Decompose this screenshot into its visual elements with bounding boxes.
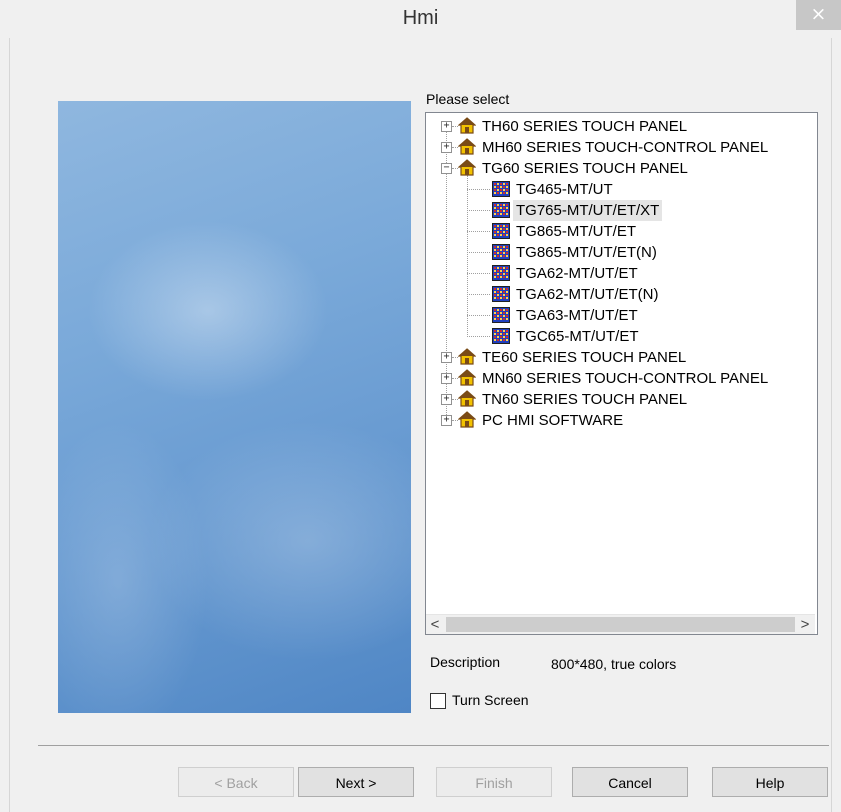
expand-icon[interactable]: +	[441, 142, 452, 153]
house-folder-icon	[457, 390, 477, 407]
tree-node-series[interactable]: + TH60 SERIES TOUCH PANEL	[426, 116, 817, 137]
tree-node-label: TN60 SERIES TOUCH PANEL	[482, 391, 688, 408]
window-title: Hmi	[402, 7, 439, 29]
tree-node-label: TG865-MT/UT/ET	[516, 223, 637, 240]
collapse-icon[interactable]: −	[441, 163, 452, 174]
tree-node-label: TG60 SERIES TOUCH PANEL	[482, 160, 688, 177]
tree-node-series[interactable]: + PC HMI SOFTWARE	[426, 410, 817, 431]
button-separator	[38, 745, 829, 746]
wizard-banner-image	[58, 101, 411, 713]
tree-connector	[467, 210, 490, 211]
tree-node-label: TG465-MT/UT	[516, 181, 613, 198]
tree-node-label: TG865-MT/UT/ET(N)	[516, 244, 657, 261]
tree-connector	[467, 231, 490, 232]
house-folder-icon	[457, 117, 477, 134]
house-folder-icon	[457, 138, 477, 155]
tree-node-model[interactable]: TGC65-MT/UT/ET	[426, 326, 817, 347]
tree-node-model[interactable]: TG465-MT/UT	[426, 179, 817, 200]
turn-screen-label[interactable]: Turn Screen	[452, 692, 529, 708]
tree-connector	[467, 315, 490, 316]
expand-icon[interactable]: +	[441, 373, 452, 384]
tree-node-label: MH60 SERIES TOUCH-CONTROL PANEL	[482, 139, 769, 156]
house-folder-icon	[457, 411, 477, 428]
title-bar: Hmi ×	[0, 0, 841, 38]
tree-node-series[interactable]: − TG60 SERIES TOUCH PANEL	[426, 158, 817, 179]
scrollbar-thumb[interactable]	[446, 617, 795, 632]
tree-node-series[interactable]: + TE60 SERIES TOUCH PANEL	[426, 347, 817, 368]
finish-button[interactable]: Finish	[436, 767, 552, 797]
house-folder-icon	[457, 159, 477, 176]
tree-node-label: TGA62-MT/UT/ET	[516, 265, 638, 282]
scroll-left-arrow[interactable]: <	[426, 615, 444, 634]
tree-node-model[interactable]: TG865-MT/UT/ET(N)	[426, 242, 817, 263]
tree-connector	[467, 252, 490, 253]
tree-node-model[interactable]: TG865-MT/UT/ET	[426, 221, 817, 242]
tree-node-series[interactable]: + TN60 SERIES TOUCH PANEL	[426, 389, 817, 410]
expand-icon[interactable]: +	[441, 121, 452, 132]
touch-panel-icon	[492, 244, 510, 260]
tree-label: Please select	[426, 91, 510, 107]
expand-icon[interactable]: +	[441, 394, 452, 405]
expand-icon[interactable]: +	[441, 415, 452, 426]
window-frame-left	[9, 38, 10, 812]
tree-connector	[467, 336, 490, 337]
touch-panel-icon	[492, 307, 510, 323]
tree-node-series[interactable]: + MN60 SERIES TOUCH-CONTROL PANEL	[426, 368, 817, 389]
touch-panel-icon	[492, 286, 510, 302]
touch-panel-icon	[492, 328, 510, 344]
touch-panel-icon	[492, 181, 510, 197]
tree-connector	[467, 189, 490, 190]
tree-node-label: TGA62-MT/UT/ET(N)	[516, 286, 659, 303]
tree-node-label: MN60 SERIES TOUCH-CONTROL PANEL	[482, 370, 769, 387]
turn-screen-checkbox[interactable]	[430, 693, 446, 709]
cancel-button[interactable]: Cancel	[572, 767, 688, 797]
description-label: Description	[430, 654, 501, 670]
tree-node-label: TE60 SERIES TOUCH PANEL	[482, 349, 687, 366]
help-button[interactable]: Help	[712, 767, 828, 797]
device-tree[interactable]: + TH60 SERIES TOUCH PANEL + MH60 SERIES TOU…	[425, 112, 818, 635]
tree-node-model[interactable]: TG765-MT/UT/ET/XT	[426, 200, 817, 221]
tree-connector	[467, 294, 490, 295]
tree-node-model[interactable]: TGA62-MT/UT/ET(N)	[426, 284, 817, 305]
tree-node-label: TGC65-MT/UT/ET	[516, 328, 639, 345]
touch-panel-icon	[492, 223, 510, 239]
house-folder-icon	[457, 348, 477, 365]
tree-node-series[interactable]: + MH60 SERIES TOUCH-CONTROL PANEL	[426, 137, 817, 158]
touch-panel-icon	[492, 202, 510, 218]
tree-connector	[467, 273, 490, 274]
description-value: 800*480, true colors	[551, 656, 677, 672]
window-frame-right	[831, 38, 832, 812]
expand-icon[interactable]: +	[441, 352, 452, 363]
horizontal-scrollbar[interactable]: < >	[426, 614, 815, 634]
close-button[interactable]: ×	[796, 0, 841, 30]
tree-node-label: TG765-MT/UT/ET/XT	[513, 200, 663, 221]
tree-node-model[interactable]: TGA62-MT/UT/ET	[426, 263, 817, 284]
next-button[interactable]: Next >	[298, 767, 414, 797]
tree-node-label: PC HMI SOFTWARE	[482, 412, 624, 429]
tree-node-label: TH60 SERIES TOUCH PANEL	[482, 118, 688, 135]
tree-node-model[interactable]: TGA63-MT/UT/ET	[426, 305, 817, 326]
house-folder-icon	[457, 369, 477, 386]
touch-panel-icon	[492, 265, 510, 281]
tree-node-label: TGA63-MT/UT/ET	[516, 307, 638, 324]
scroll-right-arrow[interactable]: >	[796, 615, 814, 634]
back-button[interactable]: < Back	[178, 767, 294, 797]
